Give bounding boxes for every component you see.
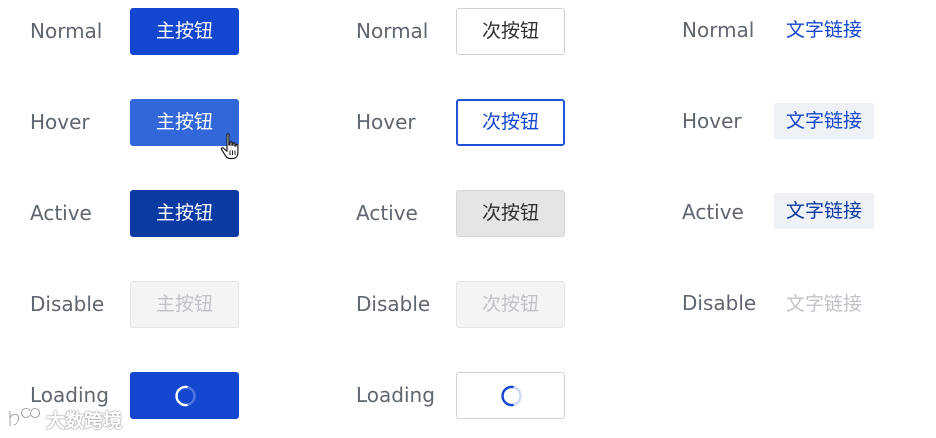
state-label-active: Active: [30, 201, 92, 225]
state-label-disable: Disable: [30, 292, 105, 316]
loading-spinner-icon: [500, 385, 522, 406]
state-label-active: Active: [356, 201, 418, 225]
watermark: 大数跨境: [6, 404, 122, 434]
text-link-active[interactable]: 文字链接: [774, 193, 875, 229]
primary-button-label: 主按钮: [155, 111, 213, 133]
state-label-disable: Disable: [682, 291, 757, 315]
state-label-hover: Hover: [30, 110, 90, 134]
state-label-normal: Normal: [30, 19, 103, 43]
secondary-button-label: 次按钮: [481, 111, 539, 133]
state-label-hover: Hover: [682, 109, 742, 133]
secondary-button-label: 次按钮: [481, 20, 539, 42]
secondary-button-normal[interactable]: 次按钮: [456, 8, 565, 55]
text-link-label: 文字链接: [786, 199, 863, 222]
primary-button-label: 主按钮: [155, 20, 213, 42]
secondary-button-label: 次按钮: [481, 202, 539, 224]
text-link-label: 文字链接: [786, 18, 863, 41]
watermark-logo-icon: [8, 407, 41, 428]
state-label-disable: Disable: [356, 292, 431, 316]
state-label-loading: Loading: [30, 383, 109, 407]
secondary-button-disabled: 次按钮: [456, 281, 565, 328]
primary-button-disabled: 主按钮: [130, 281, 239, 328]
primary-button-active[interactable]: 主按钮: [130, 190, 239, 237]
secondary-button-loading[interactable]: [456, 372, 565, 419]
text-link-normal[interactable]: 文字链接: [774, 12, 874, 48]
primary-button-label: 主按钮: [155, 293, 213, 315]
secondary-button-hover[interactable]: 次按钮: [456, 99, 565, 146]
secondary-button-label: 次按钮: [481, 293, 539, 315]
watermark-text: 大数跨境: [46, 409, 123, 432]
primary-button-normal[interactable]: 主按钮: [130, 8, 239, 55]
state-label-active: Active: [682, 200, 744, 224]
state-label-loading: Loading: [356, 383, 435, 407]
text-link-hover[interactable]: 文字链接: [774, 103, 875, 139]
state-label-normal: Normal: [682, 18, 755, 42]
loading-spinner-icon: [174, 385, 196, 406]
text-link-label: 文字链接: [786, 109, 863, 132]
state-label-normal: Normal: [356, 19, 429, 43]
hand-pointer-icon: [220, 133, 239, 160]
primary-button-label: 主按钮: [155, 202, 213, 224]
button-states-showcase: Normal 主按钮 Hover 主按钮 Active 主按钮 Disable …: [0, 0, 936, 438]
state-label-hover: Hover: [356, 110, 416, 134]
text-link-label: 文字链接: [786, 292, 863, 315]
primary-button-loading[interactable]: [130, 372, 239, 419]
text-link-disabled: 文字链接: [774, 286, 874, 322]
secondary-button-active[interactable]: 次按钮: [456, 190, 565, 237]
